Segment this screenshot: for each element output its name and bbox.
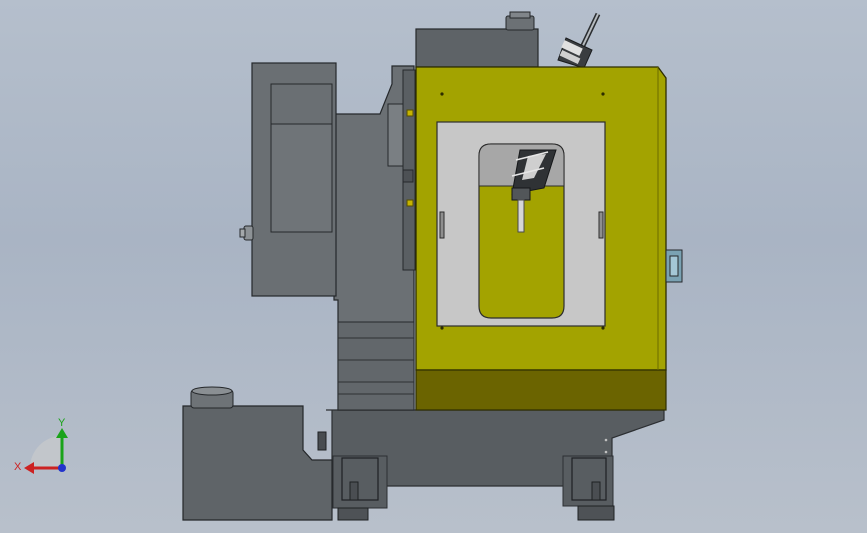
machine-model-canvas[interactable]: Y X	[0, 0, 867, 533]
coolant-tank[interactable]	[182, 386, 333, 521]
z-axis-dot	[58, 464, 66, 472]
machine-base[interactable]	[317, 409, 665, 521]
cad-viewport[interactable]: Y X	[0, 0, 867, 533]
x-axis-label: X	[14, 461, 22, 473]
y-axis-label: Y	[58, 417, 66, 429]
machine-column[interactable]	[333, 65, 416, 411]
tool-magazine-icon[interactable]	[557, 12, 601, 69]
electrical-cabinet[interactable]	[239, 62, 337, 297]
spindle-head-top[interactable]	[415, 11, 539, 68]
coordinate-triad: Y X	[14, 417, 68, 474]
